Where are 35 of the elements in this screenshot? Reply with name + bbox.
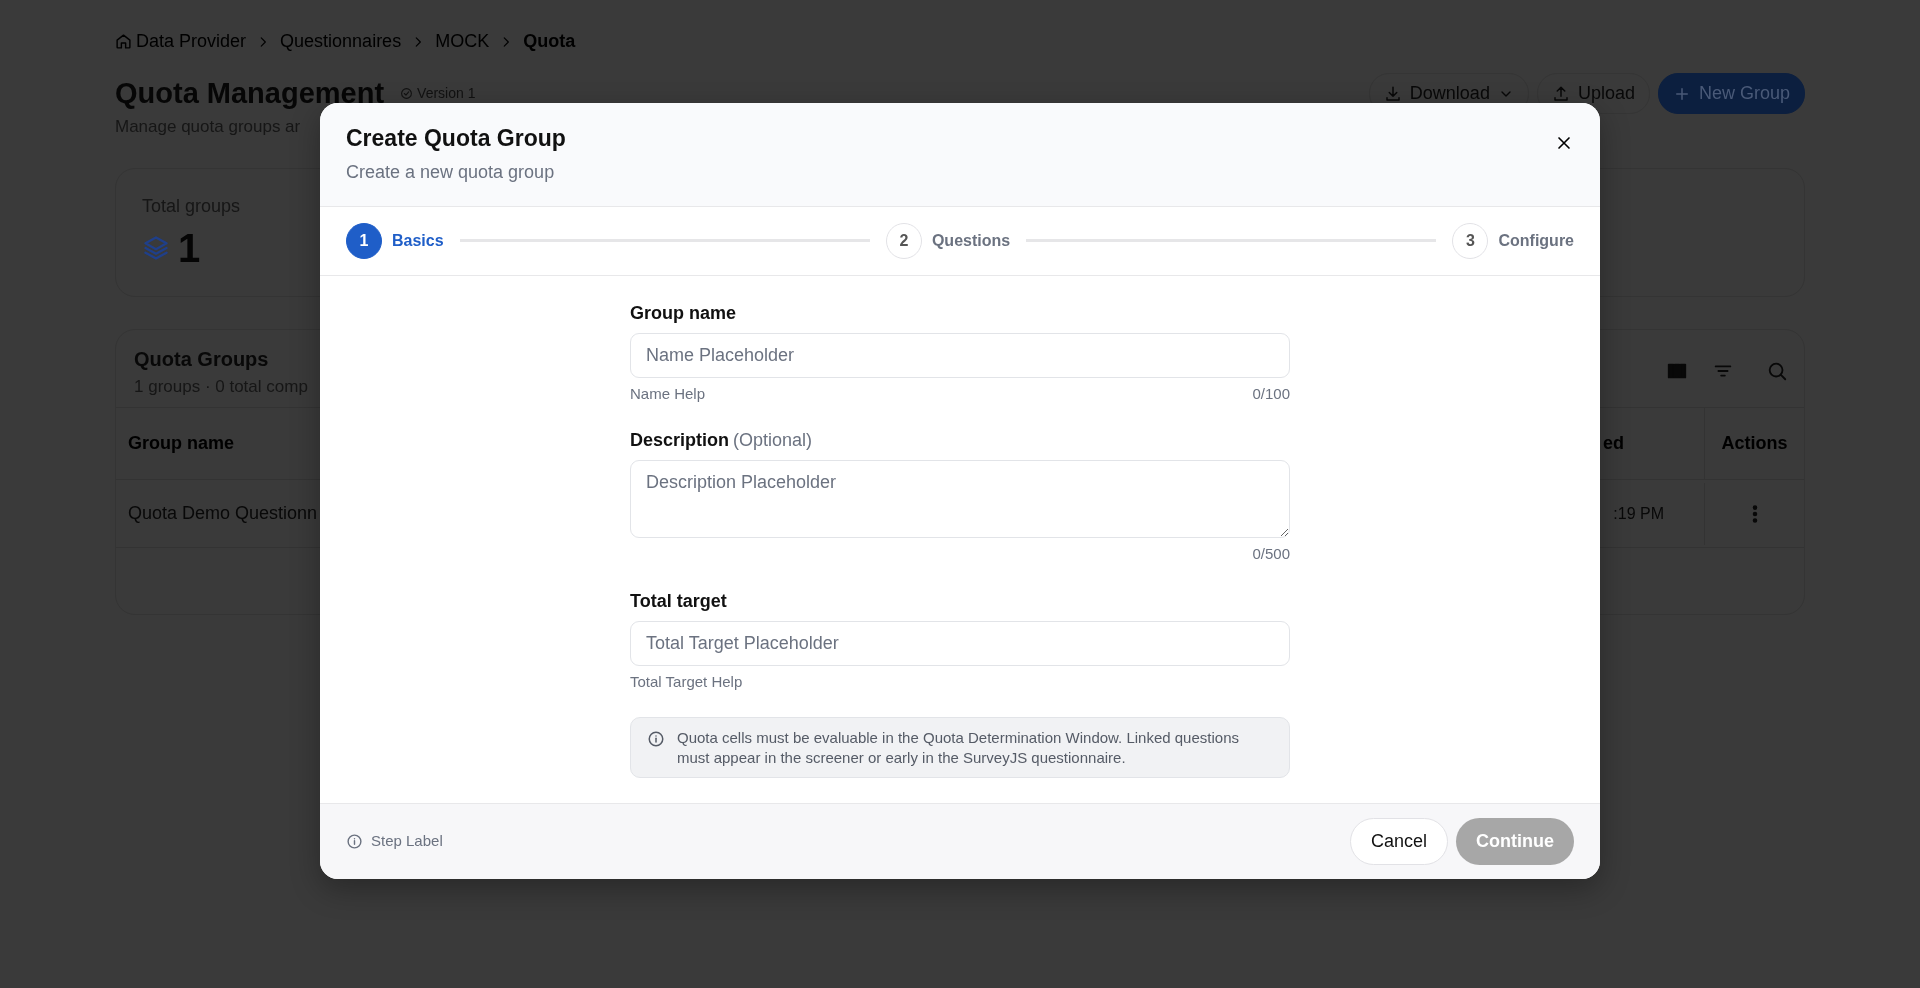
breadcrumb-link[interactable]: Questionnaires (280, 28, 402, 55)
character-counter: 0/500 (1252, 544, 1290, 565)
info-icon (647, 730, 665, 749)
dialog-subtitle: Create a new quota group (346, 160, 556, 184)
step-tab[interactable]: 1 Basics (346, 222, 444, 259)
new-group-button[interactable]: New Group (1657, 73, 1805, 114)
download-icon (1383, 84, 1402, 103)
home-icon[interactable] (115, 33, 132, 50)
description-field[interactable]: Description Placeholder (630, 460, 1290, 539)
dialog-title: Create Quota Group (346, 125, 566, 153)
column-header: ed (1602, 432, 1625, 455)
field-label: Group name (630, 301, 736, 325)
column-header: Actions (1704, 408, 1804, 479)
step-label: Step Label (371, 831, 443, 852)
upload-icon (1551, 84, 1570, 103)
breadcrumb-link[interactable]: Data Provider (136, 28, 247, 55)
info-icon (346, 833, 363, 851)
search-icon[interactable] (1766, 360, 1788, 383)
layers-icon (142, 233, 170, 262)
field-label: Total target (630, 589, 727, 613)
breadcrumb-link[interactable]: Quota (523, 28, 576, 55)
cancel-button[interactable]: Cancel (1349, 818, 1448, 866)
breadcrumb-link[interactable]: MOCK (435, 28, 490, 55)
check-circle-icon (400, 87, 414, 100)
text-field[interactable]: Name Placeholder (630, 332, 1290, 378)
text-field[interactable]: Total Target Placeholder (630, 620, 1290, 666)
step-tab[interactable]: 2 Questions (885, 222, 1011, 259)
help-text: Name Help (630, 383, 706, 404)
column-header: Group name (128, 433, 234, 453)
field-label: Description (630, 429, 730, 453)
optional-hint: (Optional) (733, 429, 813, 453)
help-text: Total Target Help (630, 671, 743, 692)
step-tab[interactable]: 3 Configure (1452, 222, 1574, 259)
character-counter: 0/100 (1252, 383, 1290, 404)
notice-text: Quota cells must be evaluable in the Quota Determination Window. Linked questions must appear in the screener or early in the SurveyJS questionnaire. (677, 728, 1240, 768)
